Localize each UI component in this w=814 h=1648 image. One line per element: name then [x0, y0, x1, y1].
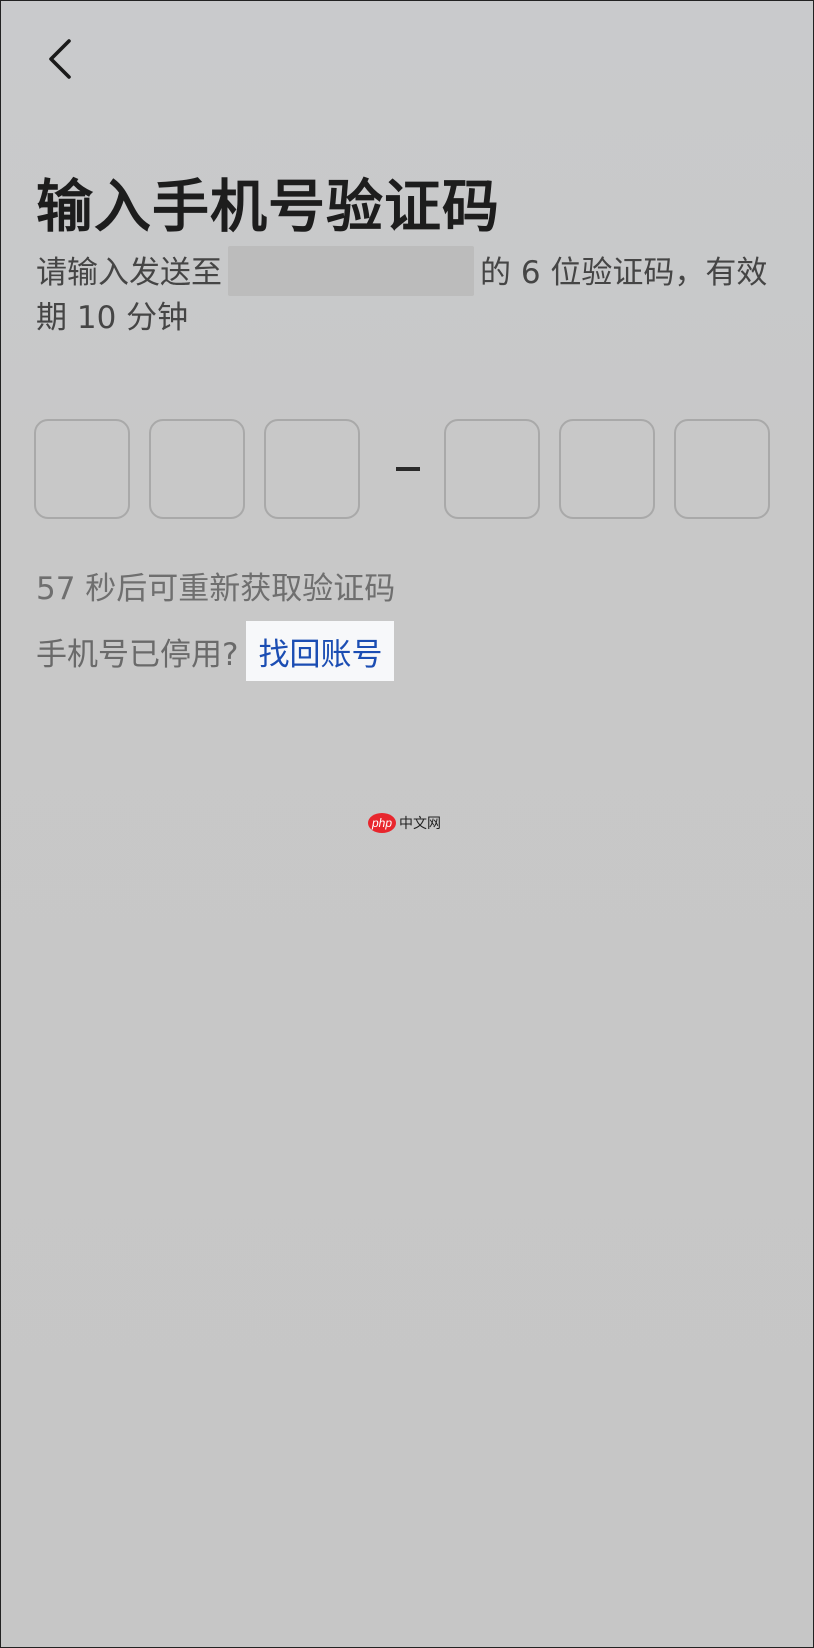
- masked-phone-number: [228, 245, 474, 296]
- code-digit-box-1[interactable]: [34, 419, 130, 519]
- code-separator: [396, 467, 420, 471]
- chevron-left-icon: [49, 39, 71, 79]
- verification-code-input[interactable]: [34, 419, 784, 521]
- code-digit-box-6[interactable]: [674, 419, 770, 519]
- page-title: 输入手机号验证码: [36, 174, 500, 240]
- code-digit-box-3[interactable]: [264, 419, 360, 519]
- code-digit-box-2[interactable]: [149, 419, 245, 519]
- screen: 输入手机号验证码 请输入发送至的 6 位验证码，有效期 10 分钟 57 秒后可…: [0, 0, 814, 1648]
- back-button[interactable]: [31, 31, 87, 87]
- resend-countdown: 57 秒后可重新获取验证码: [36, 571, 396, 607]
- php-logo: php: [368, 813, 396, 833]
- disabled-phone-row: 手机号已停用? 找回账号: [36, 621, 395, 681]
- watermark: php 中文网: [368, 813, 441, 833]
- recover-account-link[interactable]: 找回账号: [246, 621, 395, 681]
- instruction-text: 请输入发送至的 6 位验证码，有效期 10 分钟: [36, 245, 788, 341]
- code-digit-box-5[interactable]: [559, 419, 655, 519]
- watermark-text: 中文网: [399, 816, 441, 832]
- instruction-prefix: 请输入发送至: [36, 255, 222, 291]
- disabled-phone-prompt: 手机号已停用?: [36, 636, 239, 673]
- code-digit-box-4[interactable]: [444, 419, 540, 519]
